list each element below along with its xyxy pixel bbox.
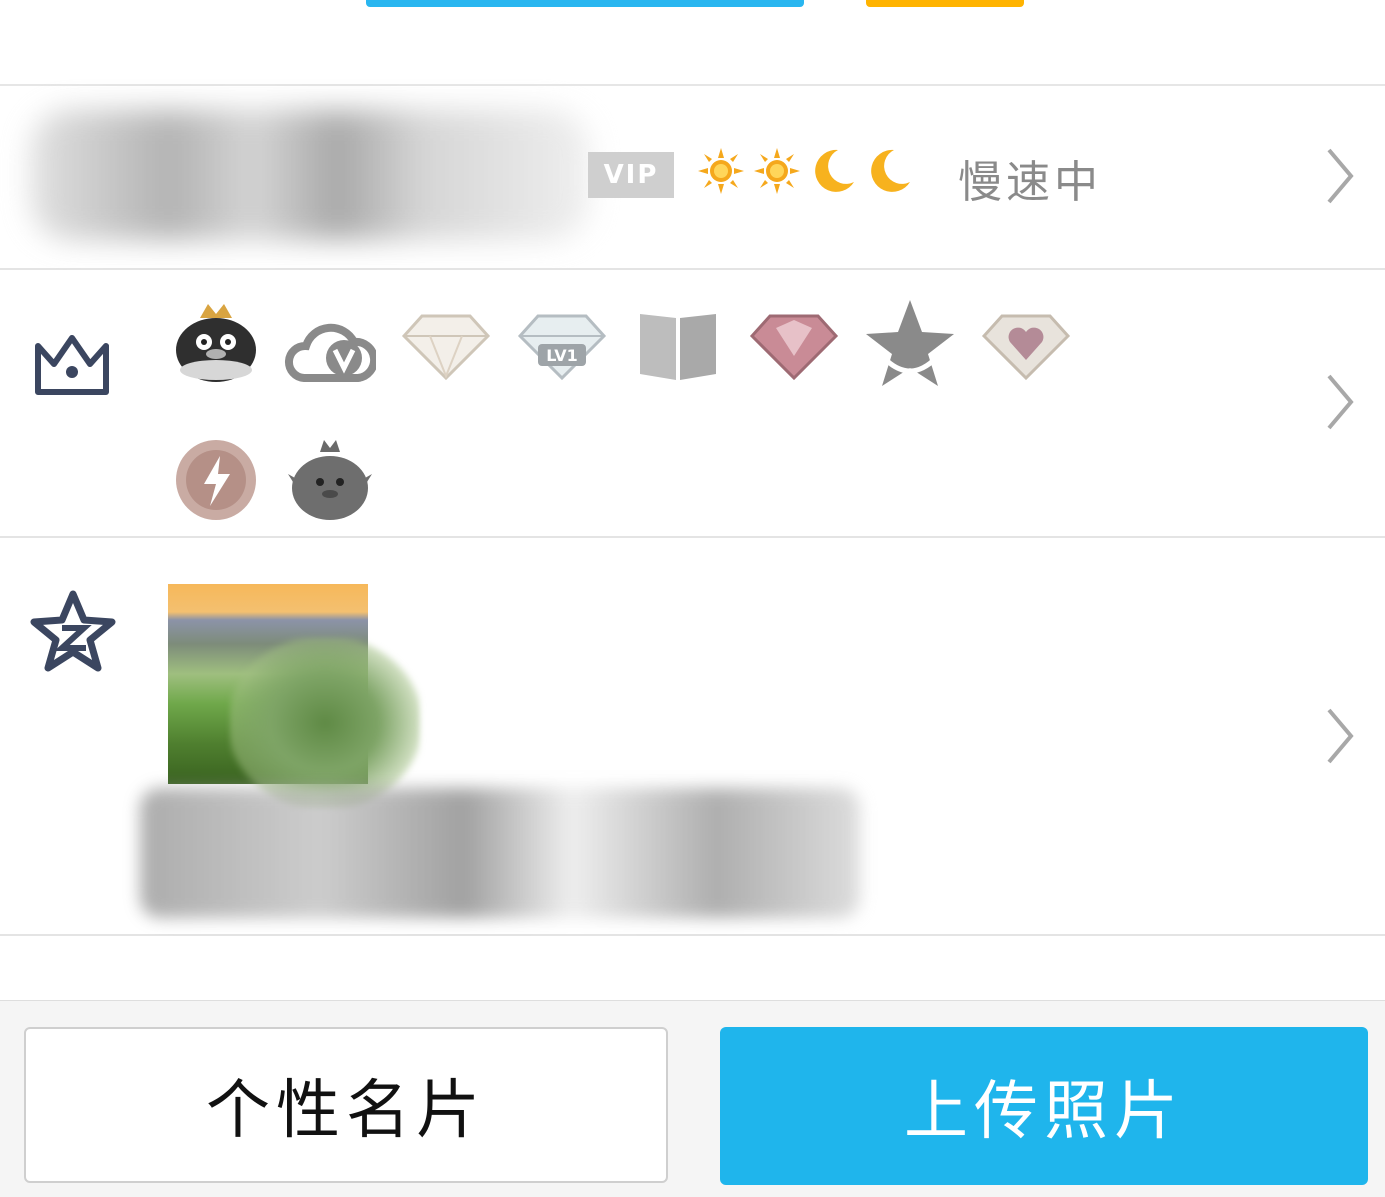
speed-status-text: 慢速中 (958, 157, 1102, 208)
pink-gem-icon[interactable] (748, 298, 840, 390)
penguin-crown-icon[interactable] (284, 434, 376, 526)
top-orange-button-edge[interactable] (866, 0, 1024, 7)
blurred-status-text (140, 788, 860, 918)
moon-icon (808, 146, 858, 198)
heart-gem-icon[interactable] (980, 298, 1072, 390)
badges-row[interactable]: LV1 (0, 270, 1385, 538)
book-icon[interactable] (632, 298, 724, 390)
personal-card-button[interactable]: 个性名片 (24, 1027, 668, 1183)
qzone-star-icon (28, 588, 118, 674)
profile-name-row[interactable]: VIP 慢速中 (0, 86, 1385, 270)
qzone-row[interactable] (0, 538, 1385, 936)
sun-icon (696, 146, 746, 198)
moon-icon (864, 146, 914, 198)
footer-bar: 个性名片 上传照片 (0, 1000, 1385, 1197)
chevron-right-icon[interactable] (1325, 146, 1355, 206)
top-blue-button-edge[interactable] (366, 0, 804, 7)
svg-text:LV1: LV1 (546, 346, 578, 365)
diamond-icon[interactable] (400, 298, 492, 390)
chevron-right-icon[interactable] (1325, 706, 1355, 766)
crown-icon (32, 328, 112, 400)
star-icon[interactable] (864, 298, 956, 390)
level-icons (696, 146, 914, 198)
diamond-lv1-icon[interactable]: LV1 (516, 298, 608, 390)
vip-badge: VIP (588, 152, 674, 198)
chevron-right-icon[interactable] (1325, 372, 1355, 432)
top-toolbar-strip (0, 0, 1385, 86)
blurred-nickname (30, 110, 590, 240)
blurred-photo-overlay (230, 638, 420, 808)
upload-photo-button[interactable]: 上传照片 (720, 1027, 1368, 1185)
qq-penguin-crown-icon[interactable] (170, 298, 262, 390)
cloud-v-icon[interactable] (284, 298, 379, 390)
lightning-headphones-icon[interactable] (170, 434, 262, 526)
sun-icon (752, 146, 802, 198)
